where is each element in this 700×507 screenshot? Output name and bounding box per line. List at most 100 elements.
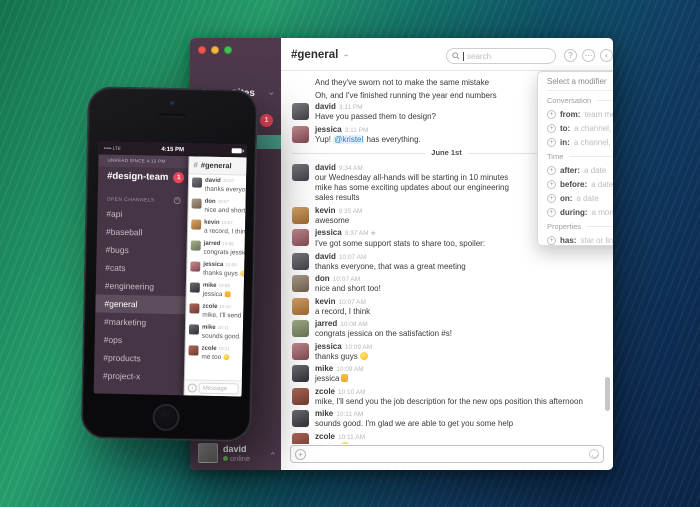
message-row: don10:07nice and short too! — [191, 197, 245, 217]
message-row: jarred10:08 AM congrats jessica on the s… — [292, 319, 601, 339]
help-button[interactable]: ? — [564, 49, 577, 62]
modifier-on[interactable]: +on:a date — [547, 191, 613, 205]
message-time: 9:37 AM — [345, 230, 369, 237]
phone-composer: ↑ Message — [185, 379, 242, 396]
phone-message-input[interactable]: Message — [199, 383, 239, 395]
close-window-button[interactable] — [198, 46, 206, 54]
message-time: 10:09 AM — [345, 344, 372, 351]
message-time: 10:10 AM — [338, 389, 365, 396]
message-row: mike10:09jessica — [190, 281, 244, 301]
message-text: awesome — [315, 216, 362, 226]
phone-channel-api[interactable]: #api — [97, 204, 187, 224]
search-icon — [452, 52, 460, 60]
emoji-picker-icon[interactable] — [589, 449, 599, 459]
channel-title-menu[interactable]: #general › — [291, 49, 347, 61]
scrollbar-thumb[interactable] — [605, 377, 610, 411]
message-text: congrats jessica on the satisfaction #s! — [315, 329, 452, 339]
avatar — [292, 433, 309, 445]
more-options-button[interactable]: ⋯ — [582, 49, 595, 62]
window-controls — [198, 46, 232, 54]
home-button[interactable] — [152, 404, 180, 432]
phone-team-row[interactable]: #design-team 1 — [98, 166, 188, 187]
message-row: jessica10:09 AM thanks guys — [292, 342, 601, 362]
phone-channel-ops[interactable]: #ops — [95, 330, 185, 350]
text-cursor — [463, 52, 464, 61]
phone-channel-marketing[interactable]: #marketing — [95, 312, 185, 332]
message-input[interactable] — [306, 446, 589, 462]
message-author: zcole — [315, 387, 335, 396]
phone-channel-bugs[interactable]: #bugs — [96, 240, 186, 260]
message-text: sounds good. I'm glad we are able to get… — [315, 419, 513, 429]
avatar — [292, 275, 309, 292]
avatar — [292, 253, 309, 270]
avatar — [198, 443, 218, 463]
status-label: online — [230, 454, 250, 463]
modifier-during[interactable]: +during:a month or year — [547, 205, 613, 219]
section-properties: Properties — [547, 219, 613, 233]
presence-status: online — [223, 454, 250, 463]
section-conversation: Conversation — [547, 93, 613, 107]
avatar — [292, 103, 309, 120]
phone-screen: ••••• LTE 4:15 PM UNREAD SINCE 4:12 PM #… — [94, 141, 247, 396]
avatar — [292, 410, 309, 427]
unread-badge: 1 — [173, 172, 184, 183]
zoom-window-button[interactable] — [224, 46, 232, 54]
attach-plus-icon[interactable]: + — [295, 449, 306, 460]
current-user-panel[interactable]: david online › — [190, 436, 281, 470]
message-row: kevin10:07 AM a record, I think — [292, 297, 601, 317]
plus-icon: + — [547, 110, 556, 119]
carrier-label: ••••• LTE — [104, 146, 121, 151]
thumbsup-emoji-icon — [341, 374, 348, 382]
message-time: 10:07 AM — [333, 276, 360, 283]
modifier-from[interactable]: +from:team member — [547, 107, 613, 121]
chevron-up-icon[interactable]: › — [268, 452, 277, 455]
message-author: david — [315, 102, 336, 111]
phone-channel-engineering[interactable]: #engineering — [96, 276, 186, 296]
message-time: 10:07 AM — [338, 299, 365, 306]
add-channel-plus-icon[interactable]: + — [174, 197, 181, 204]
modifier-before[interactable]: +before:a date — [547, 177, 613, 191]
message-text: me too — [315, 442, 365, 445]
phone-channel-baseball[interactable]: #baseball — [97, 222, 187, 242]
message-text: nice and short too! — [315, 284, 381, 294]
modifier-to[interactable]: +to:a channel, group or direct message — [547, 121, 613, 135]
phone-channel-cats[interactable]: #cats — [96, 258, 186, 278]
phone-channel-general[interactable]: #general — [95, 294, 185, 314]
message-time: 9:34 AM — [339, 165, 363, 172]
minimize-window-button[interactable] — [211, 46, 219, 54]
modifier-has[interactable]: +has:star or link — [547, 233, 613, 247]
collapse-pane-button[interactable]: ‹ — [600, 49, 613, 62]
message-row: zcole10:11 AM me too — [292, 432, 601, 445]
smile-emoji-icon — [223, 354, 229, 360]
phone-channel-title: #general — [201, 161, 232, 171]
channel-hash-icon: # — [193, 160, 198, 169]
message-composer[interactable]: + — [290, 445, 604, 463]
avatar — [292, 126, 309, 143]
message-row: david10:07 AM thanks everyone, that was … — [292, 252, 601, 272]
phone-channel-products[interactable]: #products — [94, 348, 184, 368]
avatar — [190, 261, 200, 271]
message-author: don — [315, 274, 330, 283]
modifier-in[interactable]: +in:a channel, group or direct message — [547, 135, 613, 149]
chevron-down-icon: › — [267, 92, 276, 95]
message-author: david — [315, 163, 336, 172]
message-text: Yup! @kristel has everything. — [315, 135, 421, 145]
camera-icon — [170, 101, 175, 106]
section-time: Time — [547, 149, 613, 163]
phone-channel-projectx[interactable]: #project-x — [94, 366, 184, 386]
online-dot-icon — [223, 456, 228, 461]
message-text: Have you passed them to design? — [315, 112, 436, 122]
channel-title: #general — [291, 49, 338, 61]
date-divider-label: June 1st — [425, 148, 467, 157]
upload-arrow-icon[interactable]: ↑ — [188, 383, 197, 392]
channel-header: #general › search ? ⋯ ‹ — [281, 38, 613, 71]
iphone: ••••• LTE 4:15 PM UNREAD SINCE 4:12 PM #… — [81, 86, 258, 441]
search-input[interactable]: search — [446, 48, 556, 64]
search-placeholder: search — [467, 52, 491, 61]
message-row: kevin10:07a record, I think — [191, 218, 245, 238]
message-time: 10:07 AM — [339, 254, 366, 261]
message-time: 9:35 AM — [338, 208, 362, 215]
message-row: mike10:09 AM jessica — [292, 364, 601, 384]
user-mention[interactable]: @kristel — [333, 135, 364, 144]
modifier-after[interactable]: +after:a date — [547, 163, 613, 177]
